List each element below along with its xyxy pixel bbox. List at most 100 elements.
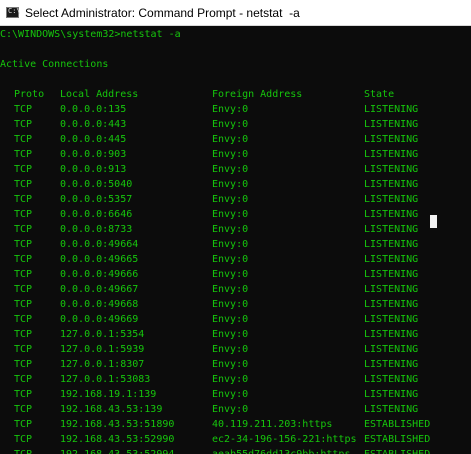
foreign-address-cell: aeab55d76dd13c9bb:https [212,447,350,454]
foreign-address-cell: Envy:0 [212,179,249,190]
state-cell: LISTENING [364,164,419,175]
state-cell: LISTENING [364,314,419,325]
local-address-cell: 0.0.0.0:49666 [60,269,139,280]
state-cell: LISTENING [364,209,419,220]
local-address-cell: 127.0.0.1:53083 [60,374,151,385]
foreign-address-cell: Envy:0 [212,329,249,340]
window-title: Select Administrator: Command Prompt - n… [25,6,300,20]
connection-row: TCP 0.0.0.0:49669 Envy:0 LISTENING [0,312,471,327]
local-address-cell: 192.168.43.53:139 [60,404,163,415]
proto-cell: TCP [14,224,33,235]
foreign-address-cell: Envy:0 [212,194,249,205]
connection-row: TCP 0.0.0.0:49664 Envy:0 LISTENING [0,237,471,252]
proto-cell: TCP [14,314,33,325]
proto-header: Proto [14,89,45,100]
foreign-address-cell: Envy:0 [212,299,249,310]
proto-cell: TCP [14,239,33,250]
command-prompt-window: C:\ Select Administrator: Command Prompt… [0,0,471,454]
proto-cell: TCP [14,389,33,400]
local-address-cell: 0.0.0.0:49664 [60,239,139,250]
console-output[interactable]: C:\WINDOWS\system32>netstat -a Active Co… [0,27,471,454]
proto-cell: TCP [14,299,33,310]
state-cell: LISTENING [364,344,419,355]
foreign-address-cell: Envy:0 [212,389,249,400]
connection-row: TCP 0.0.0.0:8733 Envy:0 LISTENING [0,222,471,237]
foreign-address-cell: Envy:0 [212,149,249,160]
connection-row: TCP 0.0.0.0:443 Envy:0 LISTENING [0,117,471,132]
state-cell: LISTENING [364,254,419,265]
foreign-address-cell: Envy:0 [212,284,249,295]
command-prompt-line: C:\WINDOWS\system32>netstat -a [0,29,181,40]
state-cell: LISTENING [364,269,419,280]
state-cell: ESTABLISHED [364,434,431,445]
state-cell: LISTENING [364,224,419,235]
connection-row: TCP 192.168.43.53:52990 ec2-34-196-156-221… [0,432,471,447]
state-cell: LISTENING [364,104,419,115]
foreign-address-cell: Envy:0 [212,254,249,265]
foreign-address-cell: Envy:0 [212,344,249,355]
proto-cell: TCP [14,329,33,340]
foreign-address-cell: ec2-34-196-156-221:https [212,434,357,445]
local-address-cell: 127.0.0.1:5939 [60,344,145,355]
proto-cell: TCP [14,404,33,415]
connection-row: TCP 127.0.0.1:53083 Envy:0 LISTENING [0,372,471,387]
proto-cell: TCP [14,149,33,160]
state-cell: ESTABLISHED [364,447,430,454]
local-address-cell: 192.168.43.53:52990 [60,434,175,445]
foreign-address-cell: Envy:0 [212,269,249,280]
connection-row: TCP 127.0.0.1:5354 Envy:0 LISTENING [0,327,471,342]
connection-row: TCP 192.168.19.1:139 Envy:0 LISTENING [0,387,471,402]
state-header: State [364,89,395,100]
state-cell: LISTENING [364,134,419,145]
state-cell: ESTABLISHED [364,419,431,430]
connection-row: TCP 192.168.43.53:51890 40.119.211.203:htt… [0,417,471,432]
local-address-cell: 0.0.0.0:5040 [60,179,133,190]
foreign-address-cell: Envy:0 [212,239,249,250]
command-prompt-icon[interactable]: C:\ [6,7,21,18]
column-header-row: Proto Local Address Foreign Address Stat… [0,87,471,102]
connection-row: TCP 127.0.0.1:5939 Envy:0 LISTENING [0,342,471,357]
state-cell: LISTENING [364,284,419,295]
connection-row: TCP 192.168.43.53:139 Envy:0 LISTENING [0,402,471,417]
proto-cell: TCP [14,269,33,280]
foreign-address-cell: Envy:0 [212,104,249,115]
proto-cell: TCP [14,254,33,265]
state-cell: LISTENING [364,329,419,340]
connection-row: TCP 0.0.0.0:913 Envy:0 LISTENING [0,162,471,177]
connection-row: TCP 0.0.0.0:135 Envy:0 LISTENING [0,102,471,117]
proto-cell: TCP [14,179,33,190]
connection-row: TCP 0.0.0.0:49667 Envy:0 LISTENING [0,282,471,297]
local-address-cell: 0.0.0.0:443 [60,119,127,130]
text-cursor [430,215,437,228]
local-address-cell: 0.0.0.0:5357 [60,194,133,205]
local-address-cell: 192.168.43.53:52994 [60,447,174,454]
state-cell: LISTENING [364,149,419,160]
connection-row: TCP 0.0.0.0:49665 Envy:0 LISTENING [0,252,471,267]
title-bar[interactable]: C:\ Select Administrator: Command Prompt… [0,0,471,26]
state-cell: LISTENING [364,389,419,400]
proto-cell: TCP [14,119,33,130]
proto-cell: TCP [14,434,33,445]
local-address-header: Local Address [60,89,139,100]
local-address-cell: 0.0.0.0:49665 [60,254,139,265]
state-cell: LISTENING [364,299,419,310]
proto-cell: TCP [14,209,33,220]
connection-row: TCP 0.0.0.0:903 Envy:0 LISTENING [0,147,471,162]
foreign-address-cell: Envy:0 [212,224,249,235]
local-address-cell: 0.0.0.0:49669 [60,314,139,325]
state-cell: LISTENING [364,404,419,415]
proto-cell: TCP [14,447,32,454]
state-cell: LISTENING [364,194,419,205]
foreign-address-cell: Envy:0 [212,134,249,145]
local-address-cell: 192.168.43.53:51890 [60,419,175,430]
local-address-cell: 0.0.0.0:6646 [60,209,133,220]
foreign-address-cell: Envy:0 [212,314,249,325]
local-address-cell: 192.168.19.1:139 [60,389,157,400]
local-address-cell: 0.0.0.0:913 [60,164,127,175]
local-address-cell: 127.0.0.1:5354 [60,329,145,340]
state-cell: LISTENING [364,119,419,130]
connection-row: TCP 0.0.0.0:6646 Envy:0 LISTENING [0,207,471,222]
connection-row: TCP 192.168.43.53:52994 aeab55d76dd13c9bb:… [0,447,471,454]
connection-row: TCP 0.0.0.0:445 Envy:0 LISTENING [0,132,471,147]
local-address-cell: 127.0.0.1:8307 [60,359,145,370]
